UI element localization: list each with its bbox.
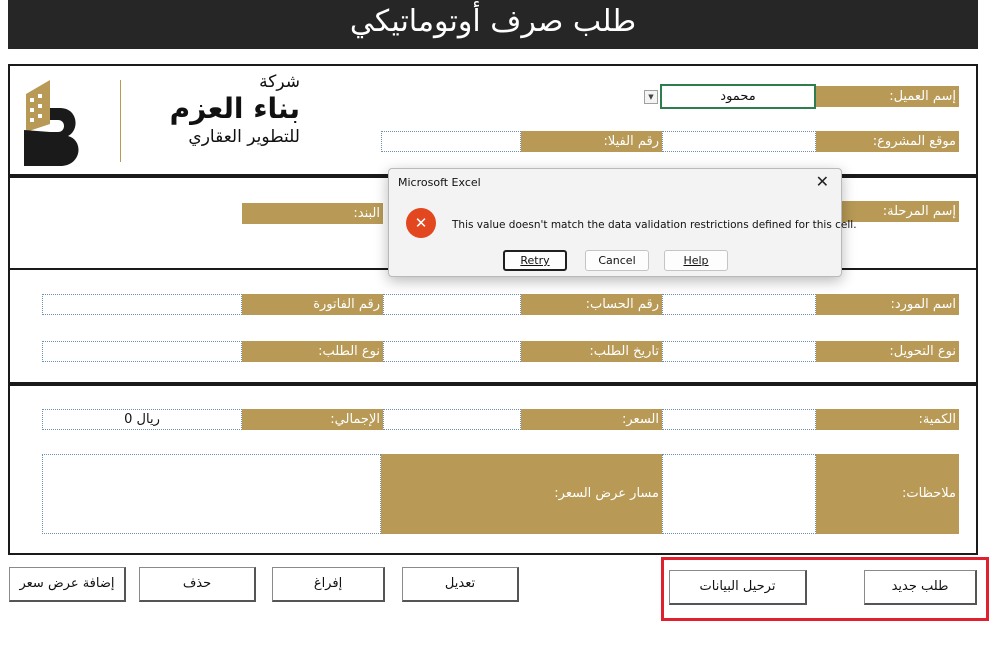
section-supplier: [8, 268, 978, 384]
client-name-input[interactable]: محمود: [660, 84, 816, 109]
dialog-message: This value doesn't match the data valida…: [452, 219, 857, 231]
request-type-input[interactable]: [42, 341, 242, 362]
dialog-title: Microsoft Excel: [398, 176, 481, 189]
logo-line-company: شركة: [259, 72, 300, 92]
cancel-button[interactable]: Cancel: [585, 250, 649, 271]
price-label: السعر:: [521, 409, 662, 430]
company-logo: شركة بناء العزم للتطوير العقاري: [20, 72, 300, 172]
add-quote-button[interactable]: إضافة عرض سعر: [9, 567, 126, 602]
page-title: طلب صرف أوتوماتيكي: [8, 0, 978, 49]
building-logo-icon: [24, 80, 79, 166]
clear-button[interactable]: إفراغ: [272, 567, 385, 602]
total-label: الإجمالي:: [242, 409, 383, 430]
error-dialog: Microsoft Excel ✕ ✕ This value doesn't m…: [388, 168, 857, 277]
account-number-label: رقم الحساب:: [521, 294, 662, 315]
transfer-type-label: نوع التحويل:: [816, 341, 959, 362]
logo-line-subtitle: للتطوير العقاري: [188, 127, 300, 147]
supplier-name-label: اسم المورد:: [816, 294, 959, 315]
quantity-label: الكمية:: [816, 409, 959, 430]
logo-text: شركة بناء العزم للتطوير العقاري: [120, 72, 300, 148]
request-date-input[interactable]: [383, 341, 521, 362]
retry-button[interactable]: Retry: [503, 250, 567, 271]
notes-label: ملاحظات:: [816, 454, 959, 534]
chevron-down-icon[interactable]: ▼: [644, 90, 658, 104]
invoice-number-input[interactable]: [42, 294, 242, 315]
help-button-label: Help: [683, 254, 709, 267]
villa-number-input[interactable]: [381, 131, 521, 152]
highlight-box: [661, 557, 989, 621]
project-location-input[interactable]: [662, 131, 816, 152]
logo-line-name: بناء العزم: [169, 92, 300, 125]
notes-input[interactable]: [662, 454, 816, 534]
error-icon: ✕: [406, 208, 436, 238]
help-button[interactable]: Help: [664, 250, 728, 271]
account-number-input[interactable]: [383, 294, 521, 315]
project-location-label: موقع المشروع:: [816, 131, 959, 152]
item-label: البند:: [242, 203, 383, 224]
retry-button-label: Retry: [520, 254, 550, 267]
request-type-label: نوع الطلب:: [242, 341, 383, 362]
edit-button[interactable]: تعديل: [402, 567, 519, 602]
delete-button[interactable]: حذف: [139, 567, 256, 602]
supplier-name-input[interactable]: [662, 294, 816, 315]
client-name-label: إسم العميل:: [816, 86, 959, 107]
price-input[interactable]: [383, 409, 521, 430]
quantity-input[interactable]: [662, 409, 816, 430]
villa-number-label: رقم الفيلا:: [521, 131, 662, 152]
close-icon[interactable]: ✕: [816, 172, 829, 191]
request-date-label: تاريخ الطلب:: [521, 341, 662, 362]
transfer-type-input[interactable]: [662, 341, 816, 362]
total-value: ريال 0: [42, 409, 242, 430]
quote-path-input[interactable]: [42, 454, 381, 534]
invoice-number-label: رقم الفاتورة: [242, 294, 383, 315]
quote-path-label: مسار عرض السعر:: [381, 454, 662, 534]
